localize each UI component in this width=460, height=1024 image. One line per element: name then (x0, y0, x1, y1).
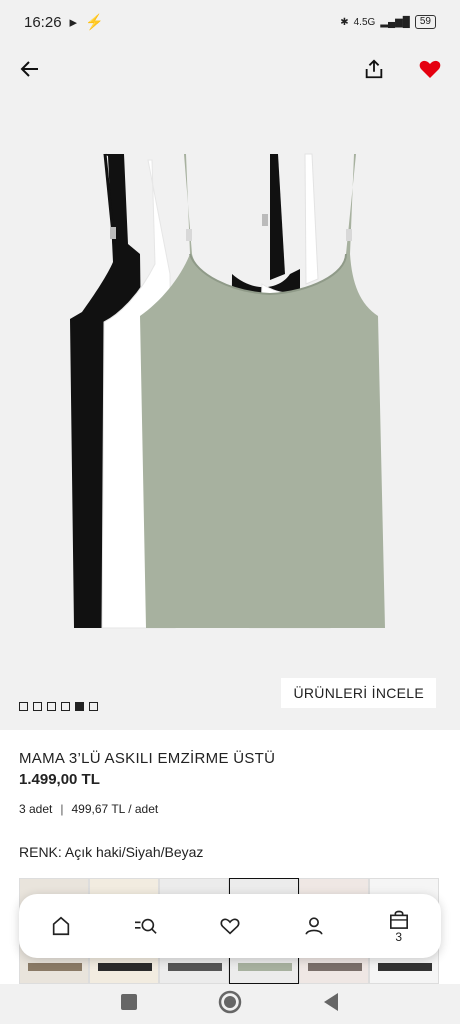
unit-info: 3 adet | 499,67 TL / adet (19, 802, 439, 816)
signal-icon: ▂▄▆█ (380, 16, 410, 28)
image-pagination (19, 702, 98, 711)
swatch-thumbnail (308, 963, 362, 971)
pagination-dot[interactable] (75, 702, 84, 711)
nav-favorites[interactable] (205, 901, 255, 951)
system-home-button[interactable] (218, 990, 242, 1019)
product-price: 1.499,00 TL (19, 771, 100, 788)
search-icon (134, 918, 157, 934)
unit-price-label: 499,67 TL / adet (71, 802, 159, 816)
app-header (0, 44, 460, 94)
heart-icon (220, 918, 240, 935)
swatch-thumbnail (238, 963, 292, 971)
favorite-button[interactable] (416, 55, 444, 83)
user-icon (305, 917, 323, 935)
home-icon (53, 916, 70, 936)
swatch-thumbnail (98, 963, 152, 971)
arrow-left-icon (20, 61, 38, 77)
pagination-dot[interactable] (47, 702, 56, 711)
product-info: MAMA 3’LÜ ASKILI EMZİRME ÜSTÜ 1.499,00 T… (19, 750, 439, 816)
system-back-button[interactable] (322, 992, 340, 1017)
nav-search[interactable] (121, 901, 171, 951)
back-button[interactable] (16, 55, 44, 83)
status-time: 16:26 (24, 13, 62, 31)
nav-account[interactable] (289, 901, 339, 951)
color-label: RENK: Açık haki/Siyah/Beyaz (19, 844, 204, 860)
swatch-thumbnail (168, 963, 222, 971)
circle-icon (218, 990, 242, 1013)
share-button[interactable] (360, 55, 388, 83)
quantity-label: 3 adet (19, 802, 53, 816)
pagination-dot[interactable] (33, 702, 42, 711)
pagination-dot[interactable] (19, 702, 28, 711)
heart-filled-icon (419, 60, 441, 78)
square-icon (121, 993, 137, 1010)
app-logo-icon: ⚡ (85, 14, 104, 31)
swatch-thumbnail (378, 963, 432, 971)
recents-button[interactable] (120, 993, 138, 1016)
bottom-navigation: 3 (19, 894, 441, 958)
status-bar: 16:26 ▸ ⚡ ✱ 4.5G ▂▄▆█ 59 (0, 0, 460, 44)
triangle-back-icon (324, 992, 338, 1011)
share-icon (365, 59, 383, 79)
network-label: 4.5G (353, 16, 376, 28)
product-image-gallery[interactable]: ÜRÜNLERİ İNCELE (0, 94, 460, 730)
divider: | (60, 802, 64, 816)
system-navigation (0, 984, 460, 1024)
product-title: MAMA 3’LÜ ASKILI EMZİRME ÜSTÜ (19, 750, 276, 767)
swatch-thumbnail (28, 963, 82, 971)
play-icon: ▸ (69, 14, 78, 31)
product-image (70, 153, 385, 629)
pagination-dot[interactable] (89, 702, 98, 711)
pagination-dot[interactable] (61, 702, 70, 711)
nav-home[interactable] (36, 901, 86, 951)
bag-icon (389, 910, 408, 929)
battery-icon: 59 (414, 15, 436, 29)
cart-count: 3 (395, 929, 403, 944)
review-products-button[interactable]: ÜRÜNLERİ İNCELE (281, 678, 436, 708)
nav-cart[interactable]: 3 (374, 901, 424, 951)
bluetooth-icon: ✱ (340, 16, 349, 28)
